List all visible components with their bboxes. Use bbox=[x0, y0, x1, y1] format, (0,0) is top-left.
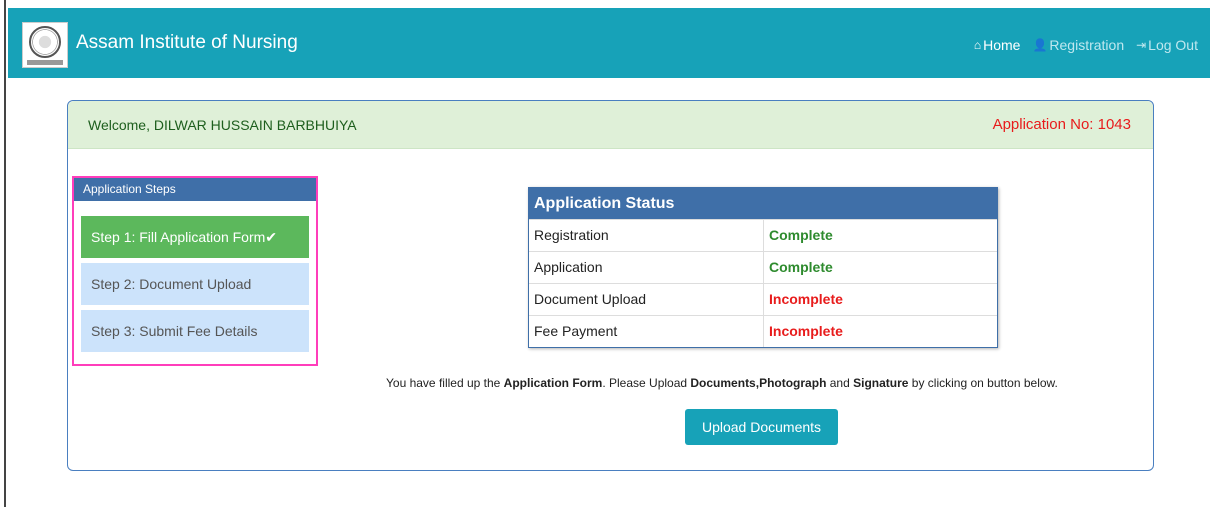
card-header: Welcome, DILWAR HUSSAIN BARBHUIYA Applic… bbox=[68, 101, 1153, 149]
nav-logout-label: Log Out bbox=[1148, 37, 1198, 53]
status-value: Complete bbox=[763, 252, 997, 283]
upload-documents-button[interactable]: Upload Documents bbox=[685, 409, 838, 445]
nav-registration-label: Registration bbox=[1049, 37, 1125, 53]
application-card: Welcome, DILWAR HUSSAIN BARBHUIYA Applic… bbox=[67, 100, 1154, 471]
nav-logout-link[interactable]: ⇥ Log Out bbox=[1136, 37, 1198, 53]
application-steps-panel: Application Steps Step 1: Fill Applicati… bbox=[72, 176, 318, 366]
steps-title: Application Steps bbox=[74, 178, 316, 201]
status-value: Incomplete bbox=[763, 284, 997, 315]
instruction-message: You have filled up the Application Form.… bbox=[386, 376, 1058, 390]
status-item: Document Upload bbox=[534, 291, 647, 307]
status-item: Fee Payment bbox=[534, 323, 618, 339]
status-title: Application Status bbox=[529, 188, 997, 219]
institute-logo bbox=[22, 22, 68, 68]
welcome-text: Welcome, DILWAR HUSSAIN BARBHUIYA bbox=[88, 117, 357, 133]
status-item: Registration bbox=[534, 227, 609, 243]
navbar: Assam Institute of Nursing ⌂ Home 👤 Regi… bbox=[8, 8, 1210, 78]
step-fill-application-form[interactable]: Step 1: Fill Application Form✔ bbox=[81, 216, 309, 258]
status-row: Fee Payment Incomplete bbox=[529, 315, 997, 347]
step-1-label: Step 1: Fill Application Form bbox=[91, 229, 266, 245]
step-2-label: Step 2: Document Upload bbox=[91, 276, 252, 292]
step-submit-fee-details[interactable]: Step 3: Submit Fee Details bbox=[81, 310, 309, 352]
step-3-label: Step 3: Submit Fee Details bbox=[91, 323, 258, 339]
status-row: Application Complete bbox=[529, 251, 997, 283]
nav-links: ⌂ Home 👤 Registration ⇥ Log Out bbox=[974, 37, 1198, 53]
step-document-upload[interactable]: Step 2: Document Upload bbox=[81, 263, 309, 305]
nav-registration-link[interactable]: 👤 Registration bbox=[1032, 37, 1124, 53]
status-value: Incomplete bbox=[763, 316, 997, 347]
status-row: Registration Complete bbox=[529, 219, 997, 251]
brand-title[interactable]: Assam Institute of Nursing bbox=[76, 32, 298, 54]
nav-home-link[interactable]: ⌂ Home bbox=[974, 37, 1021, 53]
application-number: Application No: 1043 bbox=[992, 116, 1131, 133]
status-value: Complete bbox=[763, 220, 997, 251]
user-plus-icon: 👤 bbox=[1032, 38, 1048, 52]
application-status-table: Application Status Registration Complete… bbox=[528, 187, 998, 348]
status-row: Document Upload Incomplete bbox=[529, 283, 997, 315]
window-edge bbox=[0, 0, 6, 507]
nav-home-label: Home bbox=[983, 37, 1021, 53]
home-icon: ⌂ bbox=[973, 38, 982, 52]
status-item: Application bbox=[534, 259, 603, 275]
check-icon: ✔ bbox=[265, 229, 278, 245]
sign-out-icon: ⇥ bbox=[1136, 38, 1147, 52]
